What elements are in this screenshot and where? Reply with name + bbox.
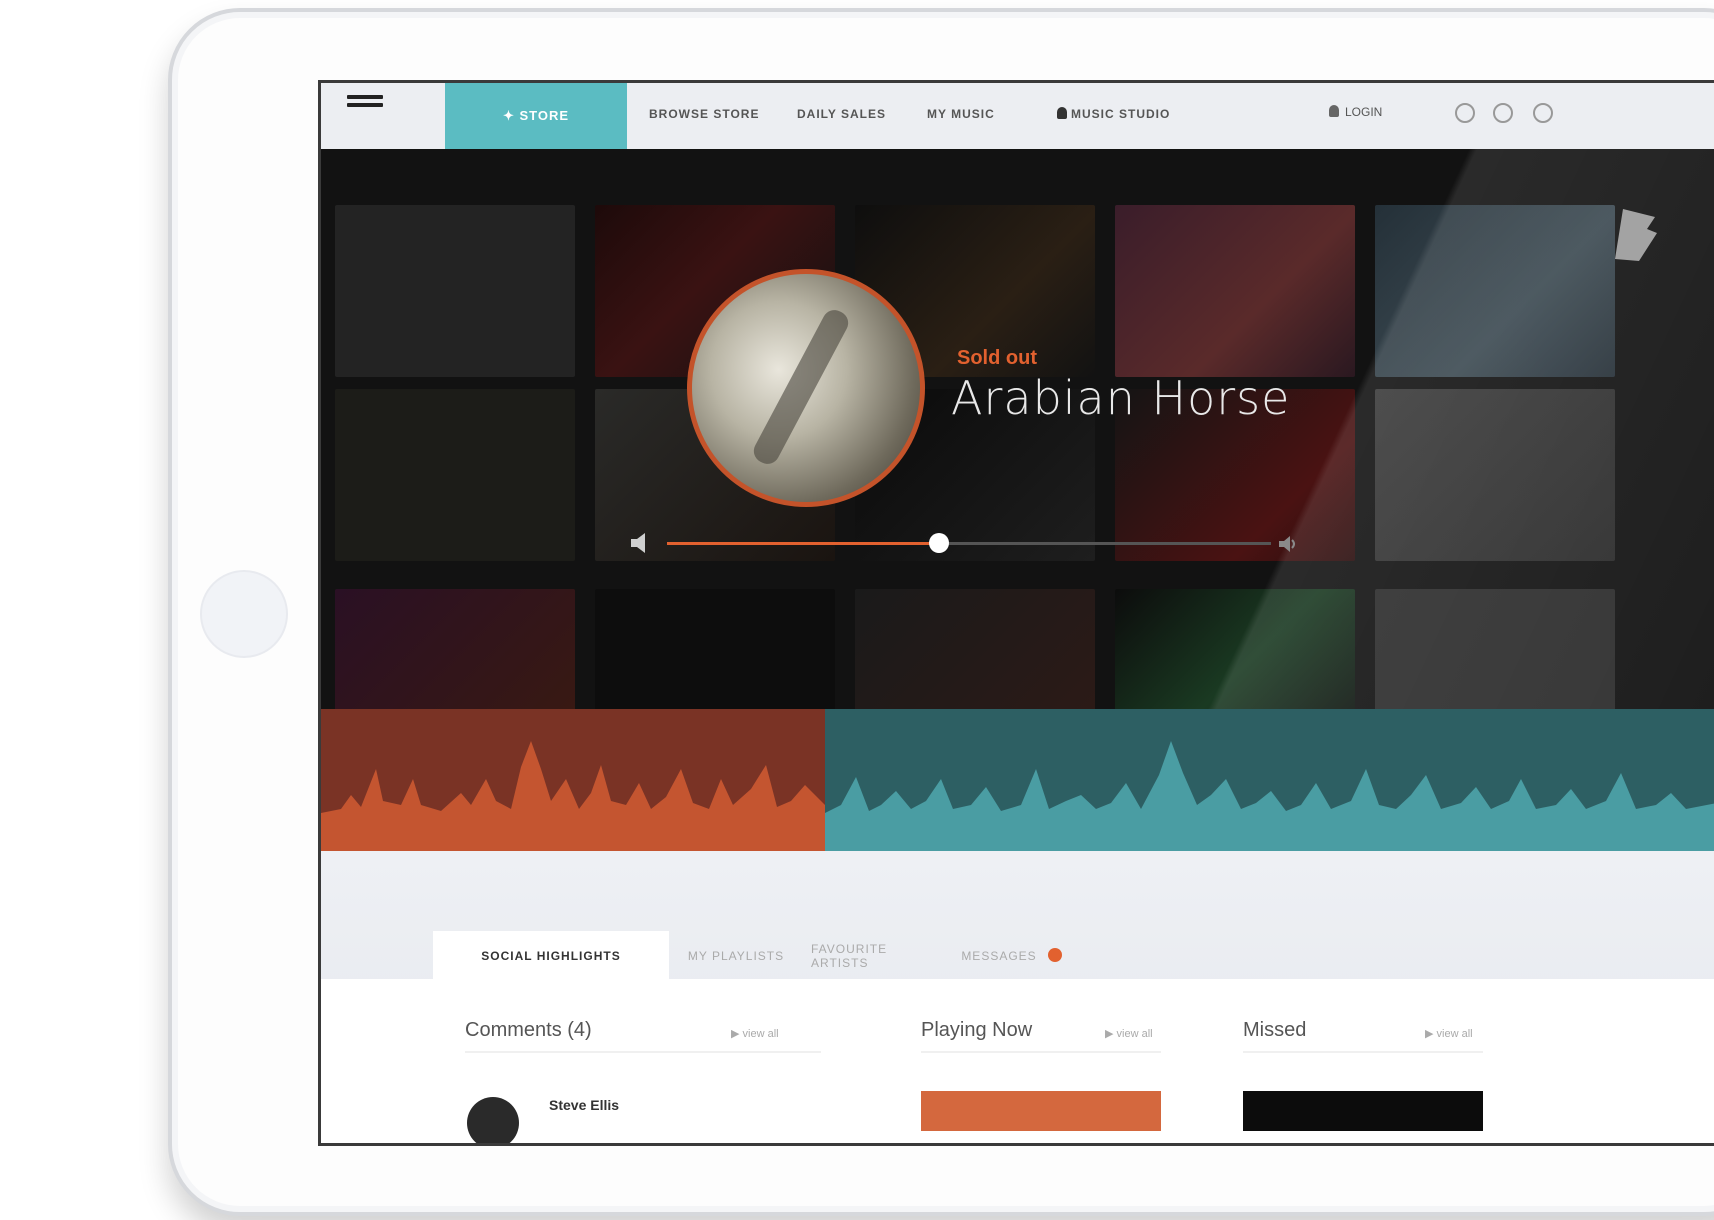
app-screen: ✦ STORE BROWSE STORE DAILY SALES MY MUSI…	[318, 80, 1714, 1146]
settings-icon[interactable]	[1533, 103, 1553, 123]
cart-icon[interactable]	[1493, 103, 1513, 123]
nav-item-store[interactable]: ✦ STORE	[445, 83, 627, 149]
volume-max-icon[interactable]	[1277, 533, 1299, 555]
track-status-label: Sold out	[957, 347, 1037, 369]
playing-now-card[interactable]	[921, 1091, 1161, 1131]
login-link[interactable]: LOGIN	[1329, 105, 1382, 119]
nav-item-music-studio[interactable]: MUSIC STUDIO	[1057, 107, 1170, 121]
playback-progress-bar[interactable]	[667, 533, 1271, 553]
notification-icon[interactable]	[1455, 103, 1475, 123]
comment-author-name[interactable]: Steve Ellis	[549, 1097, 619, 1113]
social-content: Comments (4) ▶ view all Playing Now ▶ vi…	[321, 979, 1714, 1143]
hamburger-menu-icon[interactable]	[347, 95, 383, 117]
messages-badge	[1048, 948, 1062, 962]
social-section: SOCIAL HIGHLIGHTS MY PLAYLISTS FAVOURITE…	[321, 851, 1714, 1143]
album-disc[interactable]	[687, 269, 925, 507]
headphones-icon	[1057, 107, 1067, 119]
tab-favourite-artists[interactable]: FAVOURITE ARTISTS	[811, 931, 941, 981]
top-navigation: ✦ STORE BROWSE STORE DAILY SALES MY MUSI…	[321, 83, 1714, 149]
nav-item-browse-store[interactable]: BROWSE STORE	[649, 107, 759, 121]
home-button[interactable]	[200, 570, 288, 658]
nav-item-my-music[interactable]: MY MUSIC	[927, 107, 995, 121]
nav-item-daily-sales[interactable]: DAILY SALES	[797, 107, 886, 121]
comments-title: Comments (4)	[465, 1019, 592, 1041]
divider	[1243, 1051, 1483, 1053]
user-icon	[1329, 105, 1339, 117]
album-tile[interactable]	[335, 205, 575, 377]
divider	[465, 1051, 821, 1053]
playing-now-view-all-link[interactable]: ▶ view all	[1105, 1027, 1153, 1040]
comments-view-all-link[interactable]: ▶ view all	[731, 1027, 779, 1040]
tab-messages[interactable]: MESSAGES	[949, 931, 1049, 981]
waveform-graphic	[321, 741, 1714, 851]
playback-progress-knob[interactable]	[928, 533, 949, 553]
missed-title: Missed	[1243, 1019, 1307, 1041]
track-title: Arabian Horse	[951, 371, 1291, 425]
playing-now-title: Playing Now	[921, 1019, 1033, 1041]
tab-my-playlists[interactable]: MY PLAYLISTS	[671, 931, 801, 981]
playback-progress-fill	[667, 542, 939, 545]
nav-active-label: ✦ STORE	[502, 108, 570, 123]
volume-icon[interactable]	[627, 529, 655, 557]
tab-social-highlights[interactable]: SOCIAL HIGHLIGHTS	[433, 931, 669, 981]
nav-item-music-studio-label: MUSIC STUDIO	[1071, 107, 1171, 121]
missed-view-all-link[interactable]: ▶ view all	[1425, 1027, 1473, 1040]
divider	[921, 1051, 1161, 1053]
brand-logo-icon	[1615, 209, 1657, 261]
album-tile[interactable]	[595, 589, 835, 709]
album-tile[interactable]	[335, 389, 575, 561]
album-tile[interactable]	[335, 589, 575, 709]
avatar[interactable]	[467, 1097, 519, 1143]
login-label: LOGIN	[1345, 105, 1383, 119]
missed-card[interactable]	[1243, 1091, 1483, 1131]
waveform-band[interactable]	[321, 709, 1714, 851]
hero-player: Sold out Arabian Horse	[321, 149, 1714, 709]
album-tile[interactable]	[855, 589, 1095, 709]
disc-artwork	[749, 305, 853, 469]
